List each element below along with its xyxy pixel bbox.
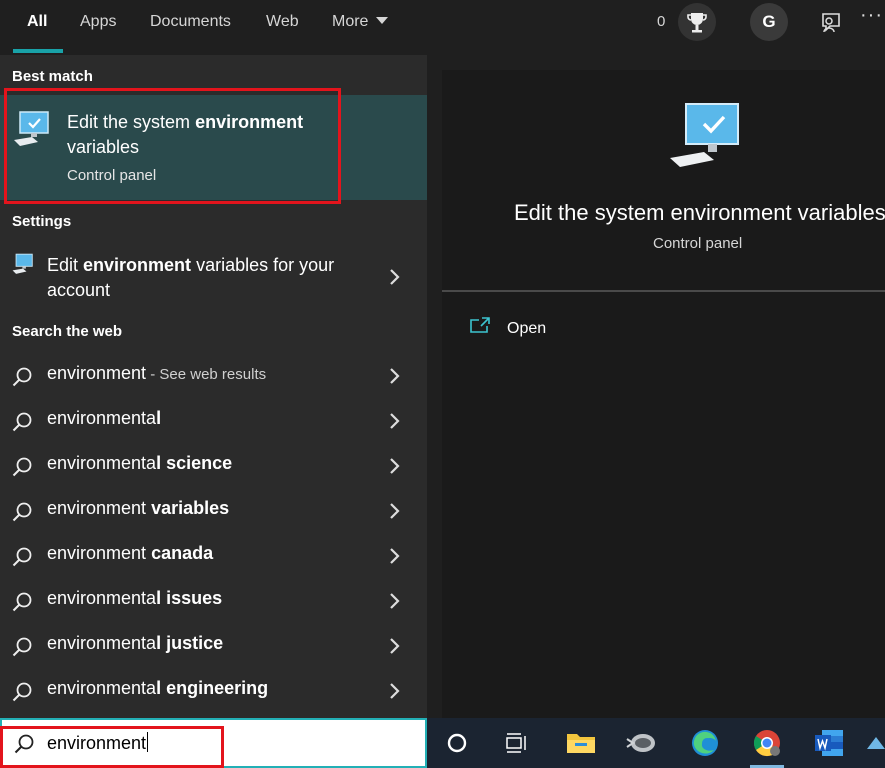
feedback-button[interactable] (814, 6, 848, 40)
taskbar-partial-app[interactable] (863, 718, 885, 768)
settings-result-label: Edit environment variables for your accou… (47, 255, 335, 300)
tab-documents-label: Documents (150, 13, 231, 30)
preview-subtitle: Control panel (653, 235, 743, 252)
taskbar-edge[interactable] (682, 718, 728, 768)
search-icon (14, 734, 34, 754)
tab-web-label: Web (266, 13, 299, 30)
best-match-title: Edit the system environment variables (67, 112, 304, 157)
task-view-icon (506, 733, 526, 753)
web-result-item[interactable]: environment - See web results (0, 353, 427, 398)
search-icon (12, 457, 32, 477)
word-icon (815, 730, 843, 756)
taskbar (427, 718, 885, 768)
search-icon (12, 682, 32, 702)
section-settings: Settings (12, 213, 72, 230)
section-search-web: Search the web (12, 323, 123, 340)
rewards-button[interactable] (678, 3, 716, 41)
computer-icon (670, 103, 739, 167)
search-icon (12, 592, 32, 612)
section-best-match: Best match (12, 68, 93, 85)
app-icon (626, 734, 655, 752)
chrome-icon (753, 730, 780, 757)
chevron-down-icon (376, 17, 389, 24)
taskbar-task-view[interactable] (494, 718, 540, 768)
web-result-item[interactable]: environmental issues (0, 578, 427, 623)
tab-more-label: More (332, 13, 369, 30)
chevron-right-icon (390, 683, 400, 699)
web-result-item[interactable]: environment canada (0, 533, 427, 578)
computer-icon (12, 253, 33, 274)
preview-title: Edit the system environment variables (514, 200, 885, 225)
web-result-label: environment canada (47, 543, 214, 563)
preview-panel: Edit the system environment variables Co… (442, 70, 885, 718)
taskbar-app[interactable] (618, 718, 664, 768)
web-result-label: environmental issues (47, 588, 223, 608)
open-icon (470, 317, 490, 333)
taskbar-word[interactable] (806, 718, 852, 768)
avatar[interactable]: G (750, 3, 788, 41)
tab-apps[interactable]: Apps (80, 0, 116, 55)
search-icon (12, 412, 32, 432)
open-button[interactable]: Open (470, 314, 670, 344)
taskbar-file-explorer[interactable] (558, 718, 604, 768)
search-tab-bar: All Apps Documents Web More 0 G ··· (0, 0, 885, 55)
chevron-right-icon (390, 593, 400, 609)
chevron-right-icon (390, 548, 400, 564)
tab-apps-label: Apps (80, 13, 117, 30)
edge-icon (692, 730, 718, 756)
computer-icon (14, 111, 49, 146)
partial-app-icon (867, 737, 885, 749)
taskbar-chrome[interactable] (744, 718, 790, 768)
rewards-points: 0 (657, 13, 666, 30)
chevron-right-icon (390, 413, 400, 429)
more-options-icon[interactable]: ··· (860, 4, 883, 27)
search-icon (12, 637, 32, 657)
tab-all[interactable]: All (27, 0, 47, 55)
search-icon (12, 547, 32, 567)
web-result-item[interactable]: environment variables (0, 488, 427, 533)
feedback-icon (822, 13, 840, 33)
chevron-right-icon (390, 458, 400, 474)
chevron-right-icon (390, 503, 400, 519)
web-result-item[interactable]: environmental science (0, 443, 427, 488)
chevron-right-icon (390, 269, 400, 285)
web-result-item[interactable]: environmental engineering (0, 668, 427, 713)
active-tab-indicator (13, 49, 63, 53)
tab-more[interactable]: More (332, 0, 389, 55)
text-caret (147, 732, 149, 752)
search-query-text[interactable]: environment (47, 732, 149, 754)
web-result-label: environment variables (47, 498, 230, 518)
chevron-right-icon (390, 638, 400, 654)
taskbar-cortana[interactable] (434, 718, 480, 768)
chevron-right-icon (390, 368, 400, 384)
tab-web[interactable]: Web (266, 0, 299, 55)
settings-result-item[interactable]: Edit environment variables for your accou… (0, 245, 427, 305)
web-result-label: environmental science (47, 453, 233, 473)
web-result-label: environmental justice (47, 633, 224, 653)
file-explorer-icon (567, 734, 595, 753)
cortana-icon (447, 733, 467, 753)
best-match-subtitle: Control panel (67, 167, 157, 184)
web-result-item[interactable]: environmental justice (0, 623, 427, 668)
search-icon (12, 502, 32, 522)
results-panel: Best match Edit the system environment va… (0, 55, 427, 718)
open-label: Open (507, 320, 547, 337)
web-result-label: environmental engineering (47, 678, 269, 698)
tab-all-label: All (27, 13, 48, 30)
search-icon (12, 367, 32, 387)
trophy-icon (687, 13, 707, 33)
web-result-label: environment - See web results (47, 363, 267, 383)
web-result-label: environmental (47, 408, 162, 428)
tab-documents[interactable]: Documents (150, 0, 231, 55)
preview-divider (442, 290, 885, 292)
web-result-item[interactable]: environmental (0, 398, 427, 443)
